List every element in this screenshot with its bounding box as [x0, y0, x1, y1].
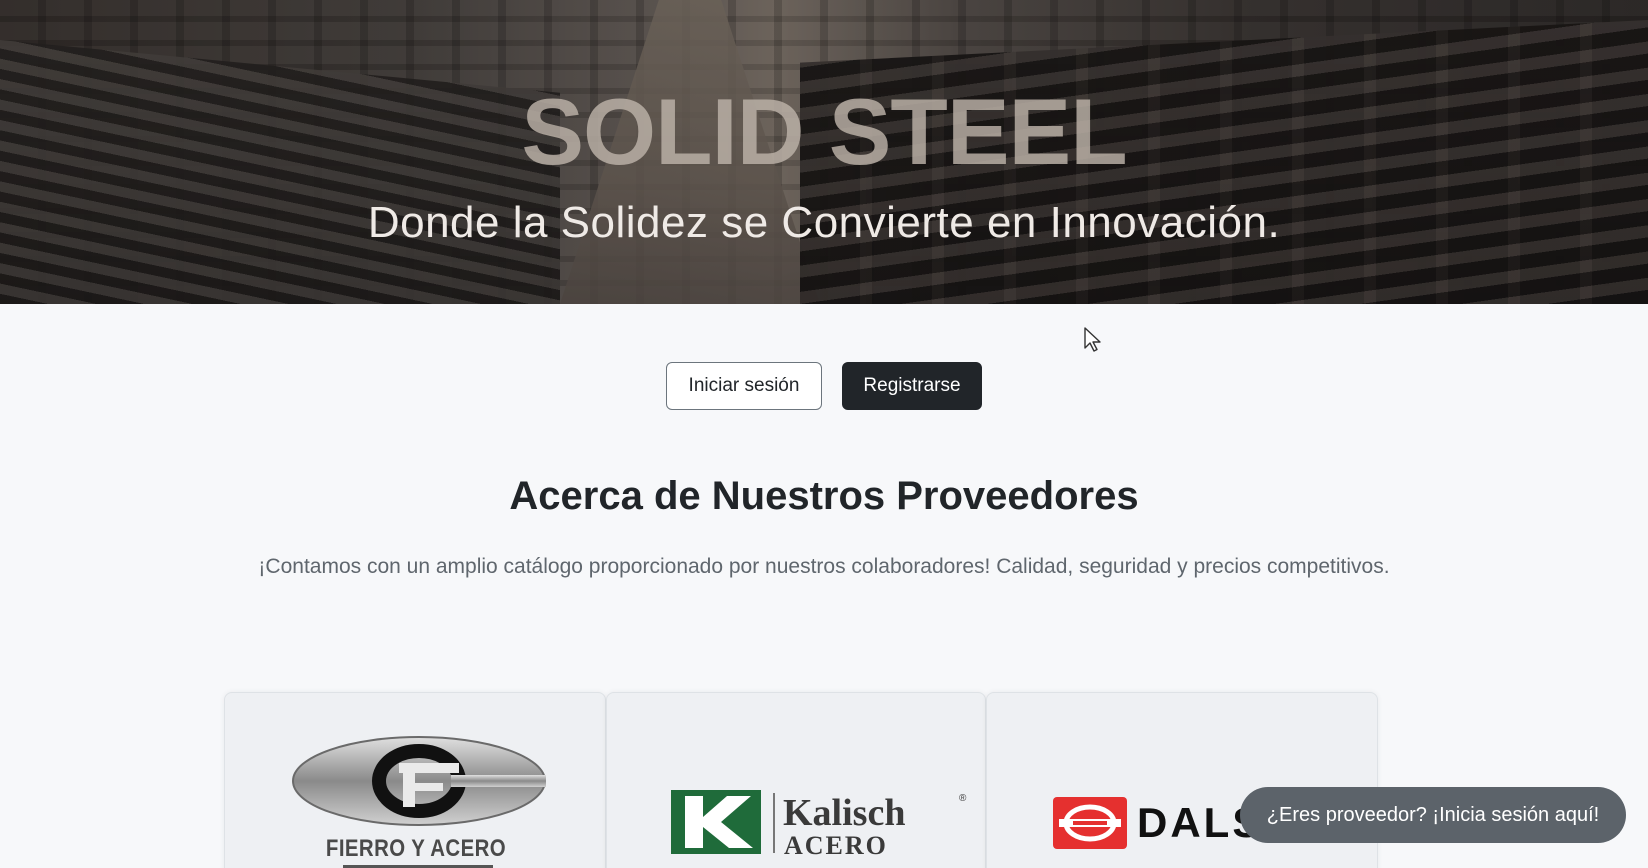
kalisch-registered-mark: ® [959, 793, 967, 804]
provider-card-fierro-y-acero[interactable]: FIERRO Y ACERO [224, 692, 606, 868]
kalisch-divider [773, 793, 775, 853]
kalisch-k-icon [671, 790, 761, 854]
providers-description: ¡Contamos con un amplio catálogo proporc… [258, 555, 1390, 578]
fierro-y-acero-logo-text: FIERRO Y ACERO [325, 835, 507, 862]
provider-login-cta[interactable]: ¿Eres proveedor? ¡Inicia sesión aquí! [1240, 787, 1626, 843]
providers-heading: Acerca de Nuestros Proveedores [509, 474, 1139, 518]
landing-page: SOLID STEEL Donde la Solidez se Conviert… [0, 0, 1648, 868]
hero-subtitle: Donde la Solidez se Convierte en Innovac… [367, 198, 1281, 247]
kalisch-logo-sub: ACERO [784, 831, 888, 860]
dals-logo-icon [1053, 797, 1127, 849]
provider-cards: FIERRO Y ACERO Kalisch ® ACERO DALS [224, 692, 1378, 868]
auth-buttons: Iniciar sesión Registrarse [0, 362, 1648, 410]
mouse-pointer-icon [1084, 327, 1101, 352]
login-button[interactable]: Iniciar sesión [666, 362, 822, 410]
kalisch-logo-name: Kalisch [783, 792, 906, 834]
hero-title: SOLID STEEL [521, 79, 1127, 184]
hero-banner: SOLID STEEL Donde la Solidez se Conviert… [0, 0, 1648, 304]
register-button[interactable]: Registrarse [842, 362, 982, 410]
provider-card-kalisch[interactable]: Kalisch ® ACERO [606, 692, 986, 868]
